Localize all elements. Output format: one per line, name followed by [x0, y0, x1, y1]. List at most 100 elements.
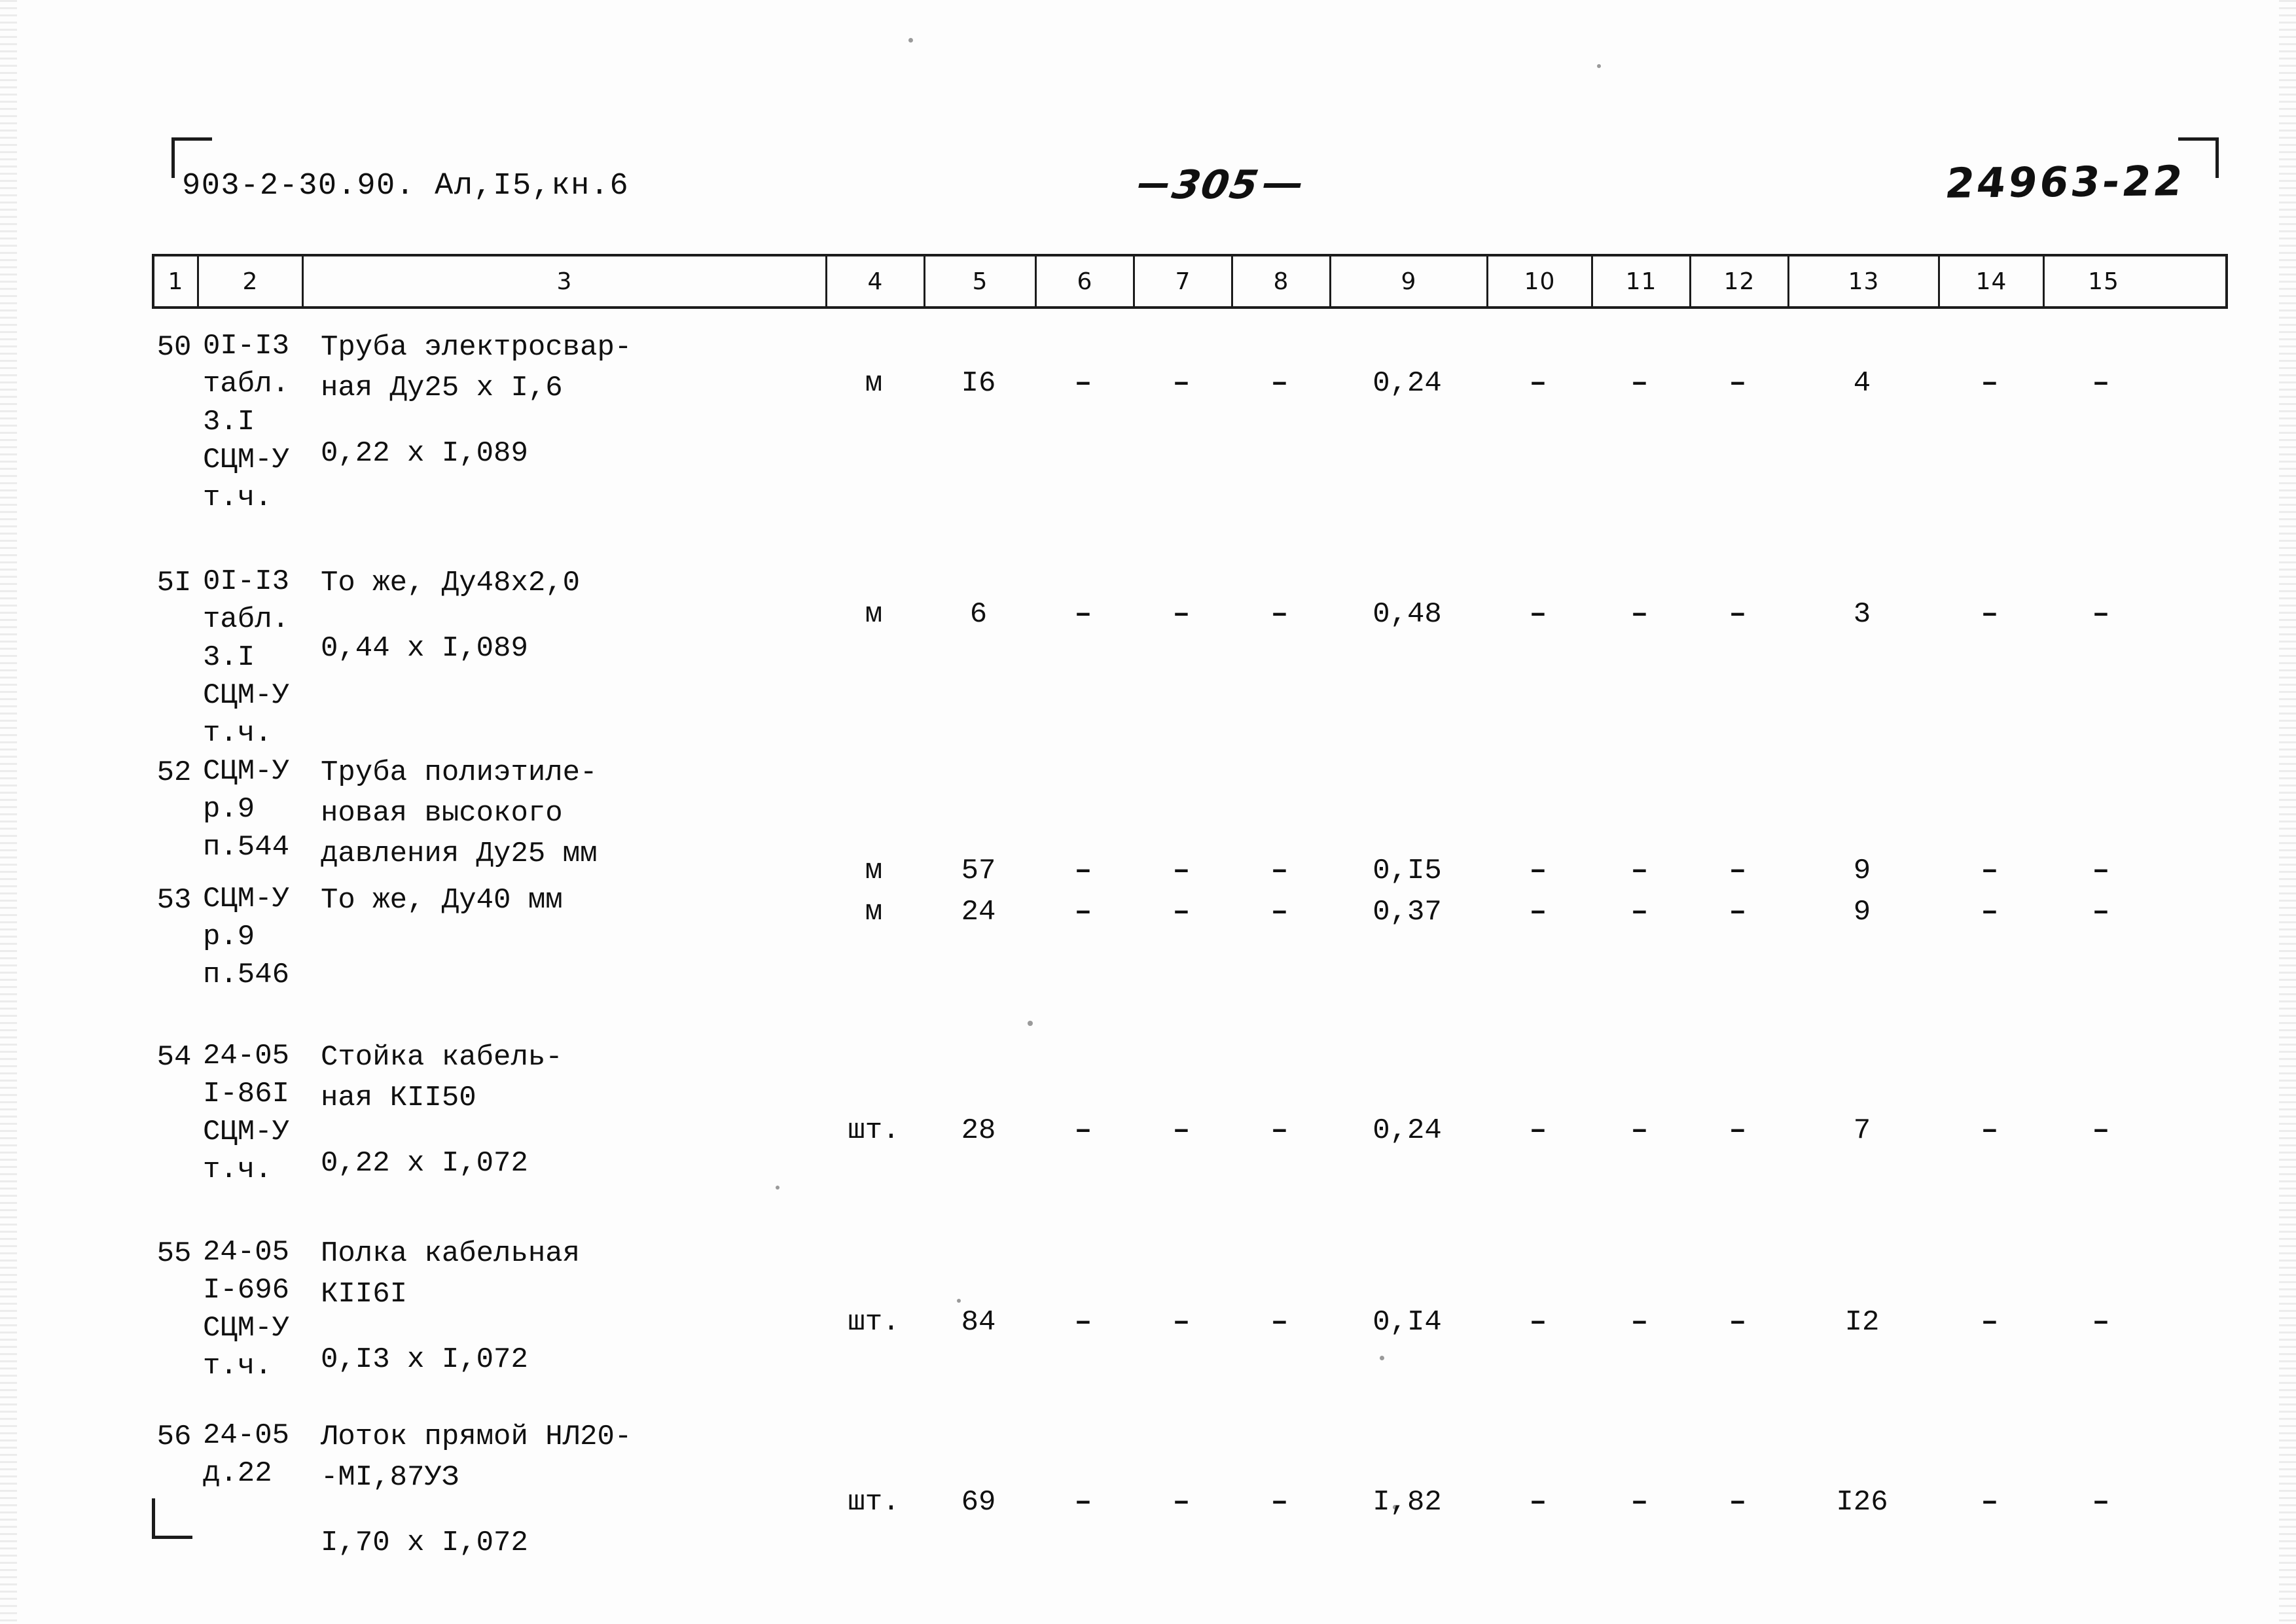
table-column-header-row: 1 2 3 4 5 6 7 8 9 10 11 12 13 14 15	[152, 254, 2228, 309]
unit-of-measure: м	[865, 598, 883, 631]
row-number: 56	[156, 1421, 192, 1453]
table-row: 56 24-05 д.22 Лоток прямой НЛ20- -МI,87УЗ I…	[152, 1417, 2228, 1613]
empty-value-dash: –	[1981, 367, 1999, 400]
page-number-dash-left	[1138, 183, 1168, 188]
reference-code-lines: 24-05 д.22	[203, 1419, 290, 1490]
column-header-5: 5	[925, 256, 1037, 306]
calculation-formula: 0,22 х I,089	[321, 437, 528, 470]
empty-value-dash: –	[2092, 1114, 2110, 1147]
empty-value-dash: –	[2092, 367, 2110, 400]
value-column-9: 0,24	[1372, 1114, 1442, 1147]
item-description: Лоток прямой НЛ20- -МI,87УЗ	[321, 1421, 632, 1494]
column-header-15: 15	[2088, 268, 2119, 295]
empty-value-dash: –	[1729, 1114, 1747, 1147]
value-column-9: 0,37	[1372, 896, 1442, 928]
item-description: Полка кабельная КII6I	[321, 1237, 581, 1311]
empty-value-dash: –	[1630, 1306, 1649, 1339]
empty-value-dash: –	[1630, 1486, 1649, 1519]
empty-value-dash: –	[1074, 367, 1092, 400]
column-header-3: 3	[304, 256, 827, 306]
document-header: 903-2-30.90. Ал,I5,кн.6 305 24963-22	[0, 157, 2296, 215]
reference-code-lines: 24-05 I-86I СЦМ-У т.ч.	[203, 1040, 290, 1186]
empty-value-dash: –	[1529, 598, 1547, 631]
calculation-formula: 0,22 х I,072	[321, 1147, 528, 1180]
row-number: 55	[156, 1237, 192, 1270]
table-row: 55 24-05 I-696 СЦМ-У т.ч. Полка кабельная …	[152, 1233, 2228, 1430]
item-description: Труба электросвар- ная Ду25 х I,6	[321, 331, 632, 404]
row-number: 53	[156, 884, 192, 917]
empty-value-dash: –	[2092, 1486, 2110, 1519]
empty-value-dash: –	[1981, 598, 1999, 631]
column-header-11: 11	[1593, 256, 1691, 306]
table-row: 5I 0I-I3 табл. 3.I СЦМ-У т.ч. То же, Ду48х…	[152, 563, 2228, 759]
row-number: 50	[156, 331, 192, 364]
document-code: 903-2-30.90. Ал,I5,кн.6	[182, 169, 630, 203]
column-header-2: 2	[199, 256, 304, 306]
empty-value-dash: –	[1729, 1306, 1747, 1339]
empty-value-dash: –	[1074, 1306, 1092, 1339]
column-header-12: 12	[1691, 256, 1789, 306]
empty-value-dash: –	[1172, 367, 1191, 400]
empty-value-dash: –	[1529, 367, 1547, 400]
value-column-5: I6	[961, 367, 996, 400]
empty-value-dash: –	[1074, 896, 1092, 928]
value-column-9: I,82	[1372, 1486, 1442, 1519]
empty-value-dash: –	[1270, 367, 1289, 400]
reference-code-lines: СЦМ-У р.9 п.544	[203, 755, 290, 864]
value-column-5: 24	[961, 896, 996, 928]
reference-code-lines: 0I-I3 табл. 3.I СЦМ-У т.ч.	[203, 330, 290, 514]
empty-value-dash: –	[1630, 598, 1649, 631]
column-header-9: 9	[1331, 256, 1488, 306]
column-header-13: 13	[1789, 256, 1940, 306]
empty-value-dash: –	[1270, 598, 1289, 631]
column-header-4: 4	[827, 256, 925, 306]
empty-value-dash: –	[1981, 1306, 1999, 1339]
document-id-handwritten: 24963-22	[1942, 157, 2189, 207]
reference-code-lines: 0I-I3 табл. 3.I СЦМ-У т.ч.	[203, 565, 290, 750]
empty-value-dash: –	[1981, 896, 1999, 928]
empty-value-dash: –	[1172, 1114, 1191, 1147]
empty-value-dash: –	[1270, 896, 1289, 928]
column-header-6: 6	[1037, 256, 1135, 306]
empty-value-dash: –	[1981, 1486, 1999, 1519]
empty-value-dash: –	[1630, 367, 1649, 400]
column-header-14: 14	[1940, 256, 2045, 306]
empty-value-dash: –	[1729, 598, 1747, 631]
column-header-8: 8	[1233, 256, 1331, 306]
calculation-formula: 0,I3 х I,072	[321, 1343, 528, 1376]
value-column-9: 0,48	[1372, 598, 1442, 631]
scanned-page: 903-2-30.90. Ал,I5,кн.6 305 24963-22 123…	[0, 0, 2296, 1624]
row-number: 5I	[156, 567, 192, 599]
value-column-5: 28	[961, 1114, 996, 1147]
item-description: То же, Ду48х2,0	[321, 567, 581, 599]
empty-value-dash: –	[1270, 1306, 1289, 1339]
empty-value-dash: –	[1074, 598, 1092, 631]
value-column-13: 3	[1853, 598, 1871, 631]
value-column-13: 9	[1853, 896, 1871, 928]
value-column-9: 0,24	[1372, 367, 1442, 400]
empty-value-dash: –	[1270, 1486, 1289, 1519]
empty-value-dash: –	[1529, 1486, 1547, 1519]
page-number: 305	[1168, 162, 1263, 208]
unit-of-measure: шт.	[848, 1486, 900, 1519]
column-header-10: 10	[1488, 256, 1593, 306]
calculation-formula: I,70 х I,072	[321, 1527, 528, 1559]
unit-of-measure: шт.	[848, 1306, 900, 1339]
empty-value-dash: –	[1729, 367, 1747, 400]
value-column-5: 6	[969, 598, 988, 631]
row-number: 54	[156, 1041, 192, 1074]
value-column-13: I2	[1844, 1306, 1880, 1339]
value-column-5: 84	[961, 1306, 996, 1339]
empty-value-dash: –	[1529, 896, 1547, 928]
column-header-1: 1	[154, 256, 199, 306]
empty-value-dash: –	[1172, 1486, 1191, 1519]
row-number: 52	[156, 756, 192, 789]
page-number-group: 305	[1138, 162, 1301, 208]
item-description: Стойка кабель- ная КII50	[321, 1041, 563, 1114]
empty-value-dash: –	[2092, 598, 2110, 631]
empty-value-dash: –	[1074, 1486, 1092, 1519]
value-column-5: 69	[961, 1486, 996, 1519]
empty-value-dash: –	[1630, 1114, 1649, 1147]
column-header-7: 7	[1135, 256, 1233, 306]
empty-value-dash: –	[1529, 1306, 1547, 1339]
